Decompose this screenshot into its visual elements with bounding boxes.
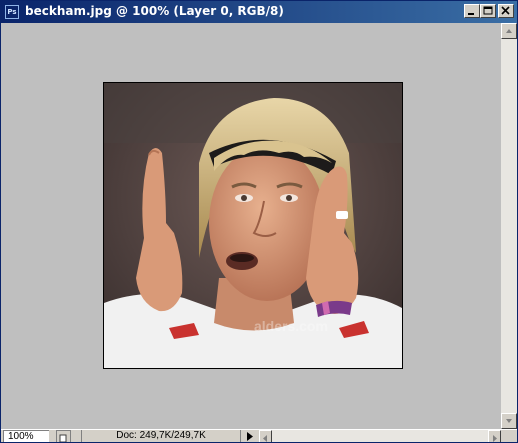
maximize-icon — [483, 6, 493, 15]
document-icon — [59, 434, 67, 442]
minimize-button[interactable] — [464, 4, 480, 18]
watermark-text: alders.com — [254, 318, 328, 334]
resize-corner[interactable] — [501, 430, 517, 442]
close-icon — [501, 6, 510, 15]
minimize-icon — [468, 13, 474, 15]
scroll-right-icon — [493, 435, 497, 442]
zoom-field[interactable]: 100% — [3, 430, 49, 442]
scroll-up-button[interactable] — [501, 23, 517, 39]
document-image[interactable]: alders.com — [103, 82, 403, 369]
photo-image: alders.com — [104, 83, 402, 368]
status-info-button[interactable] — [56, 430, 71, 442]
vertical-scrollbar[interactable] — [501, 23, 517, 429]
scroll-left-button[interactable] — [259, 430, 272, 442]
document-window: Ps beckham.jpg @ 100% (Layer 0, RGB/8) a… — [0, 0, 518, 443]
maximize-button[interactable] — [480, 4, 496, 18]
scroll-up-icon — [506, 29, 512, 33]
scroll-down-icon — [506, 419, 512, 423]
title-bar[interactable]: Ps beckham.jpg @ 100% (Layer 0, RGB/8) — [1, 1, 517, 23]
close-button[interactable] — [498, 4, 514, 18]
status-bar: 100% Doc: 249,7K/249,7K — [1, 429, 517, 442]
scroll-down-button[interactable] — [501, 413, 517, 429]
scroll-left-icon — [263, 435, 267, 442]
window-title: beckham.jpg @ 100% (Layer 0, RGB/8) — [25, 4, 284, 18]
canvas-area[interactable]: alders.com — [1, 23, 501, 429]
document-size-info: Doc: 249,7K/249,7K — [81, 430, 241, 442]
status-menu-arrow-icon[interactable] — [244, 431, 256, 442]
app-icon[interactable]: Ps — [5, 5, 19, 19]
scroll-right-button[interactable] — [488, 430, 501, 442]
horizontal-scrollbar[interactable] — [259, 430, 501, 442]
